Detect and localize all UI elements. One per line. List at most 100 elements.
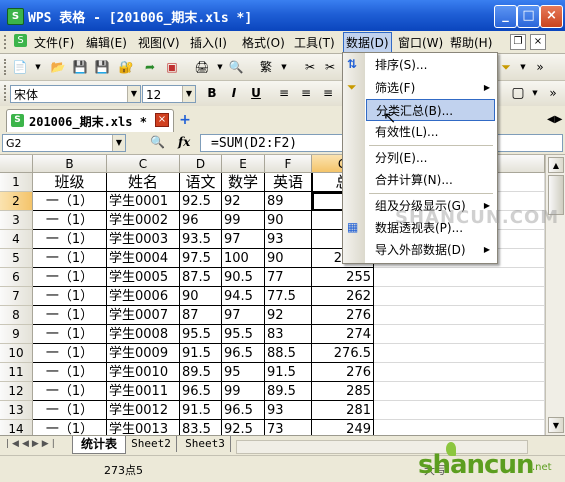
table-cell[interactable]: 学生0008 <box>107 325 180 344</box>
table-cell[interactable]: 274 <box>312 325 374 344</box>
table-cell[interactable]: 95.5 <box>180 325 222 344</box>
table-cell[interactable]: 77.5 <box>265 287 312 306</box>
table-cell[interactable]: 97.5 <box>180 249 222 268</box>
row-header[interactable]: 7 <box>0 287 33 306</box>
column-header-c[interactable]: C <box>107 155 180 173</box>
underline-button[interactable]: U <box>248 85 264 101</box>
table-cell[interactable]: 276 <box>312 306 374 325</box>
font-size-combo[interactable]: 12 ▼ <box>142 85 196 103</box>
empty-cell[interactable] <box>374 268 545 287</box>
menu-item-consolidate[interactable]: 合并计算(N)... <box>366 169 495 191</box>
toolbar-more-icon[interactable]: » <box>532 59 548 75</box>
row-header[interactable]: 11 <box>0 363 33 382</box>
table-cell[interactable]: 276 <box>312 363 374 382</box>
empty-cell[interactable] <box>374 363 545 382</box>
close-tab-icon[interactable]: × <box>155 113 169 127</box>
convert-dropdown-icon[interactable]: ▼ <box>276 59 292 75</box>
sheet-doc-icon[interactable]: S <box>14 34 27 47</box>
table-cell[interactable]: 88.5 <box>265 344 312 363</box>
send-mail-icon[interactable]: ➦ <box>142 59 158 75</box>
table-cell[interactable]: 91.5 <box>265 363 312 382</box>
scissors-icon[interactable]: ✂ <box>322 59 338 75</box>
table-cell[interactable]: 255 <box>312 268 374 287</box>
menu-item-text-to-columns[interactable]: 分列(E)... <box>366 147 495 169</box>
table-cell[interactable]: 一（1） <box>33 230 107 249</box>
row-header[interactable]: 9 <box>0 325 33 344</box>
new-file-icon[interactable]: 📄 <box>12 59 28 75</box>
table-cell[interactable]: 276.5 <box>312 344 374 363</box>
table-cell[interactable]: 96.5 <box>180 382 222 401</box>
row-header[interactable]: 5 <box>0 249 33 268</box>
table-cell[interactable]: 一（1） <box>33 306 107 325</box>
table-cell[interactable]: 学生0012 <box>107 401 180 420</box>
cut-icon[interactable]: ✂ <box>302 59 318 75</box>
table-cell[interactable]: 281 <box>312 401 374 420</box>
row-header[interactable]: 4 <box>0 230 33 249</box>
row-header[interactable]: 13 <box>0 401 33 420</box>
empty-cell[interactable] <box>374 344 545 363</box>
table-cell[interactable]: 96.5 <box>222 344 265 363</box>
table-cell[interactable]: 83 <box>265 325 312 344</box>
table-cell[interactable]: 90 <box>265 249 312 268</box>
row-header[interactable]: 10 <box>0 344 33 363</box>
borders-icon[interactable]: ▢ <box>510 85 526 101</box>
select-all-corner[interactable] <box>0 155 33 173</box>
table-cell[interactable]: 90.5 <box>222 268 265 287</box>
menu-view[interactable]: 视图(V) <box>138 34 180 51</box>
column-title-cell[interactable]: 班级 <box>33 173 107 192</box>
table-cell[interactable]: 一（1） <box>33 211 107 230</box>
menu-item-sort[interactable]: 排序(S)... <box>366 54 495 76</box>
table-cell[interactable]: 83.5 <box>180 420 222 435</box>
sheet-tab-3[interactable]: Sheet3 <box>180 436 231 452</box>
menu-file[interactable]: 文件(F) <box>34 34 74 51</box>
table-cell[interactable]: 87.5 <box>180 268 222 287</box>
table-cell[interactable]: 学生0003 <box>107 230 180 249</box>
table-cell[interactable]: 一（1） <box>33 363 107 382</box>
menu-format[interactable]: 格式(O) <box>242 34 285 51</box>
filter-dropdown-icon[interactable]: ▼ <box>515 59 531 75</box>
empty-cell[interactable] <box>374 382 545 401</box>
table-cell[interactable]: 89.5 <box>265 382 312 401</box>
table-cell[interactable]: 学生0006 <box>107 287 180 306</box>
font-size-dropdown-icon[interactable]: ▼ <box>182 86 195 102</box>
bold-button[interactable]: B <box>204 85 220 101</box>
empty-cell[interactable] <box>374 401 545 420</box>
table-cell[interactable]: 92.5 <box>222 420 265 435</box>
empty-cell[interactable] <box>374 420 545 435</box>
table-cell[interactable]: 95.5 <box>222 325 265 344</box>
row-header[interactable]: 2 <box>0 192 33 211</box>
table-cell[interactable]: 90 <box>265 211 312 230</box>
row-header[interactable]: 1 <box>0 173 33 192</box>
table-cell[interactable]: 92 <box>222 192 265 211</box>
row-header[interactable]: 3 <box>0 211 33 230</box>
table-cell[interactable]: 一（1） <box>33 420 107 435</box>
menu-data[interactable]: 数据(D) <box>343 32 392 53</box>
column-header-d[interactable]: D <box>180 155 222 173</box>
align-center-icon[interactable]: ≡ <box>298 85 314 101</box>
menu-window[interactable]: 窗口(W) <box>398 34 443 51</box>
row-header[interactable]: 6 <box>0 268 33 287</box>
table-cell[interactable]: 学生0013 <box>107 420 180 435</box>
table-cell[interactable]: 学生0007 <box>107 306 180 325</box>
table-cell[interactable]: 73 <box>265 420 312 435</box>
table-cell[interactable]: 91.5 <box>180 401 222 420</box>
permission-icon[interactable]: 🔐 <box>118 59 134 75</box>
table-cell[interactable]: 91.5 <box>180 344 222 363</box>
row-header[interactable]: 8 <box>0 306 33 325</box>
table-cell[interactable]: 96.5 <box>222 401 265 420</box>
traditional-chinese-icon[interactable]: 繁 <box>258 59 274 75</box>
table-cell[interactable]: 96 <box>180 211 222 230</box>
row-header[interactable]: 12 <box>0 382 33 401</box>
table-cell[interactable]: 92 <box>265 306 312 325</box>
table-cell[interactable]: 一（1） <box>33 325 107 344</box>
table-cell[interactable]: 249 <box>312 420 374 435</box>
open-folder-icon[interactable]: 📂 <box>50 59 66 75</box>
table-cell[interactable]: 学生0009 <box>107 344 180 363</box>
minimize-button[interactable]: _ <box>494 5 517 28</box>
column-title-cell[interactable]: 语文 <box>180 173 222 192</box>
document-tab[interactable]: S 201006_期末.xls * <box>6 109 174 132</box>
table-cell[interactable]: 一（1） <box>33 401 107 420</box>
table-cell[interactable]: 一（1） <box>33 344 107 363</box>
table-cell[interactable]: 93.5 <box>180 230 222 249</box>
table-cell[interactable]: 92.5 <box>180 192 222 211</box>
